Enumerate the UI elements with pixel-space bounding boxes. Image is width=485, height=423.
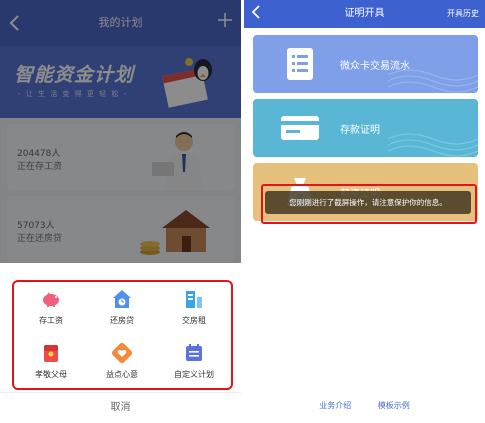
cert-card-deposit[interactable]: 存款证明: [253, 99, 478, 157]
certificate-icon: [281, 116, 319, 140]
footer-links: 业务介绍 模板示例: [244, 400, 485, 416]
option-label: 益点心意: [106, 370, 138, 379]
option-label: 交房租: [182, 316, 206, 325]
house-clock-icon: [113, 290, 131, 308]
screenshot-toast: 您刚刚进行了截屏操作，请注意保护你的信息。: [265, 191, 471, 214]
option-label: 自定义计划: [174, 370, 214, 379]
option-honor-parents[interactable]: 孝敬父母: [21, 342, 81, 386]
page-title: 证明开具: [344, 8, 385, 19]
modal-backdrop[interactable]: [0, 0, 241, 263]
option-label: 孝敬父母: [35, 370, 67, 379]
template-sample-link[interactable]: 模板示例: [378, 400, 410, 411]
cert-card-transactions[interactable]: 微众卡交易流水: [253, 35, 478, 93]
custom-plan-icon: [186, 344, 202, 361]
gift-envelope-icon: [44, 345, 58, 362]
history-link[interactable]: 开具历史: [447, 7, 479, 21]
option-custom-plan[interactable]: 自定义计划: [164, 342, 224, 386]
option-save-salary[interactable]: 存工资: [21, 288, 81, 332]
decorative-wave: [388, 133, 478, 157]
plan-options-grid: 存工资 还房贷 交房租 孝敬父母 益点心意 自定义计划: [12, 280, 233, 390]
option-label: 还房贷: [110, 316, 134, 325]
cancel-button[interactable]: 取消: [0, 392, 241, 423]
back-icon[interactable]: [250, 3, 262, 26]
heart-icon: [111, 342, 133, 364]
business-intro-link[interactable]: 业务介绍: [319, 400, 351, 411]
left-phone-screen: 我的计划 智能资金计划 - 让 生 活 变 得 更 轻 松 - 204478人 …: [0, 0, 241, 423]
rent-bars-icon: [186, 291, 202, 308]
option-charity[interactable]: 益点心意: [92, 342, 152, 386]
document-list-icon: [287, 48, 313, 80]
right-phone-screen: 证明开具 开具历史 微众卡交易流水 存款证明 您刚刚进行了截屏操作，请注意保护你…: [244, 0, 485, 423]
right-nav-bar: 证明开具 开具历史: [244, 0, 485, 28]
cert-label: 微众卡交易流水: [340, 61, 410, 72]
option-pay-rent[interactable]: 交房租: [164, 288, 224, 332]
option-label: 存工资: [39, 316, 63, 325]
cert-label: 存款证明: [340, 125, 380, 136]
piggy-bank-icon: [43, 292, 59, 307]
option-repay-mortgage[interactable]: 还房贷: [92, 288, 152, 332]
